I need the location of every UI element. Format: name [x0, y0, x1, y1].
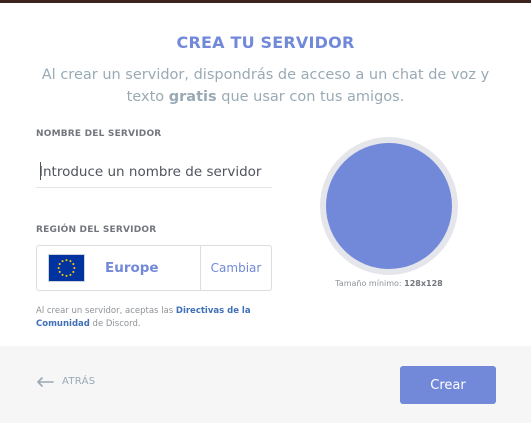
eu-star [72, 266, 75, 270]
back-label: ATRÁS [62, 376, 96, 387]
terms-notice: Al crear un servidor, aceptas las Direct… [36, 305, 276, 331]
eu-star [57, 266, 60, 270]
subtitle-text-strong: gratis [168, 89, 217, 105]
eu-flag-icon [47, 254, 85, 282]
terms-text-prefix: Al crear un servidor, aceptas las [36, 306, 176, 316]
server-name-input[interactable] [36, 156, 272, 188]
eu-star [68, 273, 71, 276]
eu-star [71, 263, 74, 266]
eu-star [58, 263, 61, 266]
modal-subtitle: Al crear un servidor, dispondrás de acce… [30, 64, 501, 108]
region-selector: Europe Cambiar [36, 245, 272, 291]
text-caret [40, 162, 41, 180]
subtitle-text-suffix: que usar con tus amigos. [216, 89, 405, 105]
eu-star [64, 274, 68, 277]
eu-star [61, 273, 64, 276]
server-icon-upload[interactable] [326, 143, 452, 269]
min-size-value: 128x128 [404, 279, 443, 288]
eu-star [68, 260, 71, 263]
modal-title: CREA TU SERVIDOR [176, 33, 355, 52]
server-region-label: REGIÓN DEL SERVIDOR [36, 225, 157, 235]
min-size-hint: Tamaño mínimo: 128x128 [318, 279, 460, 288]
eu-star [71, 270, 74, 273]
modal-footer: ATRÁS Crear [0, 346, 531, 423]
eu-star [58, 270, 61, 273]
create-server-modal: CREA TU SERVIDOR Al crear un servidor, d… [0, 0, 531, 423]
arrow-left-icon [37, 376, 54, 387]
min-size-label: Tamaño mínimo: [335, 279, 405, 288]
change-region-button[interactable]: Cambiar [200, 246, 271, 290]
create-button[interactable]: Crear [400, 366, 496, 404]
server-name-label: NOMBRE DEL SERVIDOR [36, 129, 162, 139]
terms-text-suffix: de Discord. [89, 319, 141, 329]
region-flag-container [37, 246, 95, 290]
back-button[interactable]: ATRÁS [36, 376, 95, 387]
eu-star [64, 259, 68, 262]
region-name: Europe [105, 260, 159, 276]
eu-star [61, 260, 64, 263]
background-strip [0, 0, 531, 3]
